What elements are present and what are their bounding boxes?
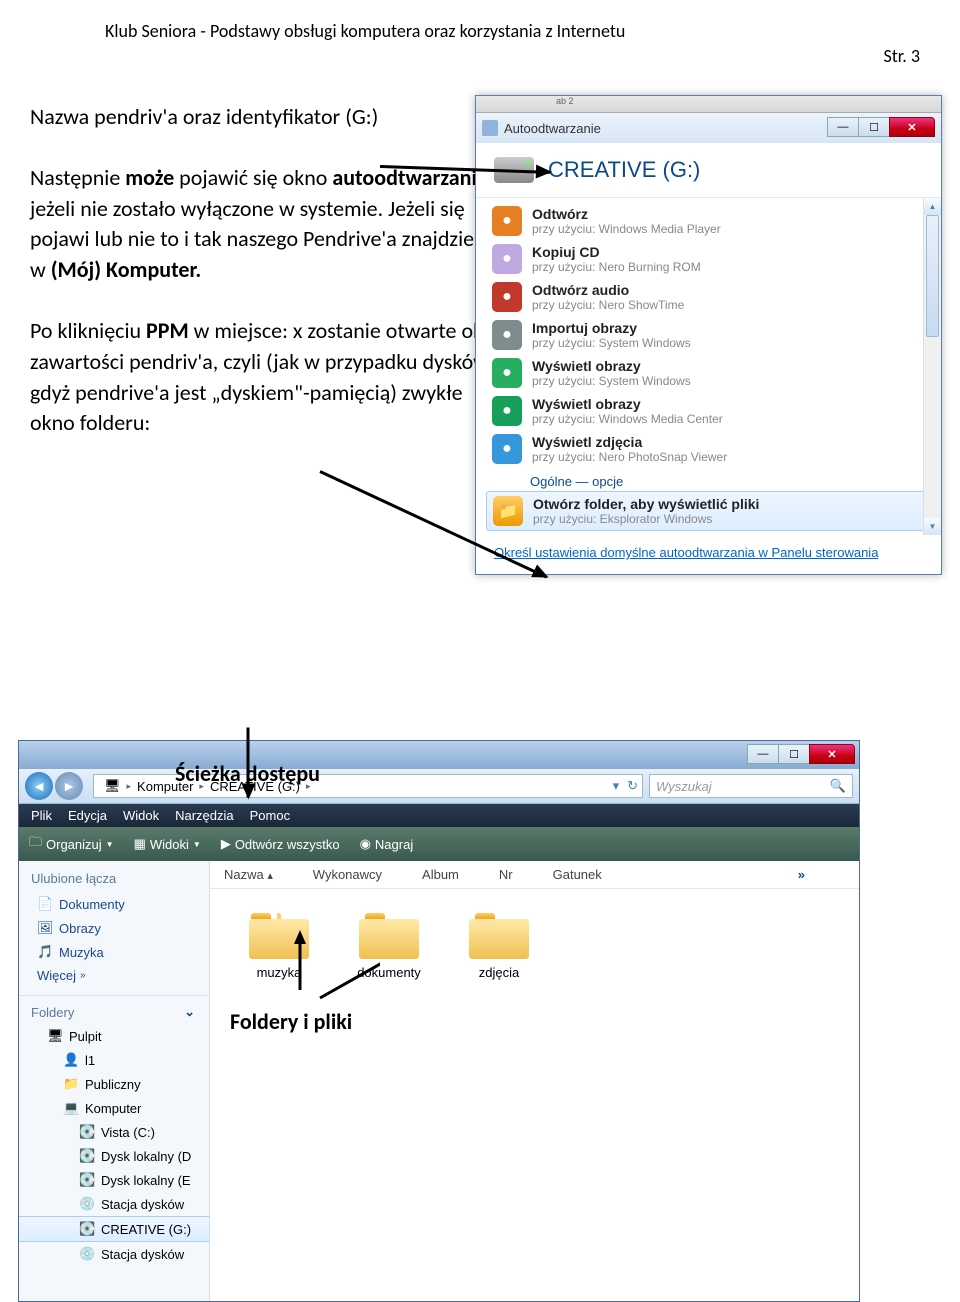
back-button[interactable]: ◄	[25, 772, 53, 800]
forward-button[interactable]: ►	[55, 772, 83, 800]
menu-bar[interactable]: Plik Edycja Widok Narzędzia Pomoc	[19, 804, 859, 827]
annotation-path: Ścieżka dostępu	[175, 760, 320, 787]
folder-icon	[469, 909, 529, 959]
titlebar[interactable]: Autoodtwarzanie — ☐ ✕	[476, 113, 941, 143]
sidebar-item[interactable]: 🖼Obrazy	[19, 916, 209, 940]
favorites-header: Ulubione łącza	[19, 861, 209, 892]
tree-item[interactable]: 💽Dysk lokalny (D	[19, 1144, 209, 1168]
annotation-folders: Foldery i pliki	[230, 1008, 352, 1035]
close-button[interactable]: ✕	[809, 744, 855, 764]
column-header[interactable]: Wykonawcy	[313, 867, 382, 882]
search-icon: 🔍	[830, 778, 846, 794]
page-number: Str. 3	[883, 45, 920, 67]
tree-item[interactable]: 💽Dysk lokalny (E	[19, 1168, 209, 1192]
content-pane: Nazwa ▴WykonawcyAlbumNrGatunek» muzykado…	[210, 861, 859, 1301]
window-title: Autoodtwarzanie	[504, 121, 601, 136]
scroll-up-button[interactable]: ▲	[924, 198, 941, 215]
menu-item[interactable]: Widok	[123, 808, 159, 823]
ruler: ab 2	[476, 96, 941, 113]
autoplay-option[interactable]: ●Wyświetl obrazyprzy użyciu: System Wind…	[486, 354, 941, 392]
general-options-header: Ogólne — opcje	[486, 468, 941, 491]
paragraph-3: Po kliknięciu PPM w miejsce: x zostanie …	[30, 316, 510, 439]
folders-header[interactable]: Foldery⌄	[19, 998, 209, 1024]
toolbar-button[interactable]: ◉Nagraj	[360, 836, 414, 852]
scroll-down-button[interactable]: ▼	[924, 518, 941, 535]
paragraph-1: Nazwa pendriv'a oraz identyfikator (G:)	[30, 102, 510, 133]
minimize-button[interactable]: —	[827, 117, 859, 137]
tree-item[interactable]: 💽Vista (C:)	[19, 1120, 209, 1144]
explorer-titlebar[interactable]: — ☐ ✕	[19, 741, 859, 769]
toolbar-button[interactable]: 🗀Organizuj▼	[29, 833, 114, 855]
tree-item[interactable]: 💽CREATIVE (G:)	[19, 1216, 209, 1242]
paragraph-2: Następnie może pojawić się okno autoodtw…	[30, 163, 510, 286]
toolbar-button[interactable]: ▦Widoki▼	[134, 836, 201, 852]
autoplay-option[interactable]: ●Odtwórz audioprzy użyciu: Nero ShowTime	[486, 278, 941, 316]
search-input[interactable]: Wyszukaj 🔍	[649, 774, 853, 798]
toolbar[interactable]: 🗀Organizuj▼ ▦Widoki▼ ▶Odtwórz wszystko ◉Nag…	[19, 827, 859, 861]
tree-item[interactable]: 🖥Pulpit	[19, 1024, 209, 1048]
autoplay-option[interactable]: ●Wyświetl obrazyprzy użyciu: Windows Med…	[486, 392, 941, 430]
folder-item[interactable]: zdjęcia	[444, 909, 554, 980]
maximize-button[interactable]: ☐	[858, 117, 890, 137]
close-button[interactable]: ✕	[889, 117, 935, 137]
autoplay-app-icon	[482, 120, 498, 136]
menu-item[interactable]: Narzędzia	[175, 808, 234, 823]
tree-item[interactable]: 💿Stacja dysków	[19, 1242, 209, 1266]
columns-header[interactable]: Nazwa ▴ Wykonawcy Album Nr Gatunek »	[210, 861, 859, 889]
autoplay-option[interactable]: ●Wyświetl zdjęciaprzy użyciu: Nero Photo…	[486, 430, 941, 468]
column-header[interactable]: Nr	[499, 867, 513, 882]
folder-label: zdjęcia	[479, 965, 519, 980]
sidebar-item[interactable]: 📄Dokumenty	[19, 892, 209, 916]
refresh-button[interactable]: ↻	[627, 778, 638, 794]
tree-item[interactable]: 💿Stacja dysków	[19, 1192, 209, 1216]
menu-item[interactable]: Plik	[31, 808, 52, 823]
tree-item[interactable]: 📁Publiczny	[19, 1072, 209, 1096]
menu-item[interactable]: Edycja	[68, 808, 107, 823]
autoplay-option[interactable]: ●Odtwórzprzy użyciu: Windows Media Playe…	[486, 202, 941, 240]
toolbar-button[interactable]: ▶Odtwórz wszystko	[221, 836, 340, 852]
sidebar-item[interactable]: 🎵Muzyka	[19, 940, 209, 964]
column-header[interactable]: Album	[422, 867, 459, 882]
explorer-window: — ☐ ✕ ◄ ► 🖥▸ Komputer▸ CREATIVE (G:)▸ ▾ …	[18, 740, 860, 1302]
tree-item[interactable]: 💻Komputer	[19, 1096, 209, 1120]
column-header[interactable]: Nazwa ▴	[224, 867, 273, 882]
autoplay-option[interactable]: ●Importuj obrazyprzy użyciu: System Wind…	[486, 316, 941, 354]
menu-item[interactable]: Pomoc	[250, 808, 290, 823]
autoplay-option-open-folder[interactable]: 📁Otwórz folder, aby wyświetlić plikiprzy…	[486, 491, 941, 531]
sidebar: Ulubione łącza 📄Dokumenty🖼Obrazy🎵Muzyka …	[19, 861, 210, 1301]
tree-item[interactable]: 👤l1	[19, 1048, 209, 1072]
page-header: Klub Seniora - Podstawy obsługi komputer…	[30, 20, 930, 42]
maximize-button[interactable]: ☐	[778, 744, 810, 764]
column-header[interactable]: Gatunek	[553, 867, 602, 882]
scroll-thumb[interactable]	[926, 215, 939, 337]
minimize-button[interactable]: —	[747, 744, 779, 764]
columns-expand[interactable]: »	[798, 867, 805, 882]
scrollbar[interactable]: ▲ ▼	[923, 198, 941, 535]
autoplay-option[interactable]: ●Kopiuj CDprzy użyciu: Nero Burning ROM	[486, 240, 941, 278]
sidebar-item-more[interactable]: Więcej»	[19, 964, 209, 987]
